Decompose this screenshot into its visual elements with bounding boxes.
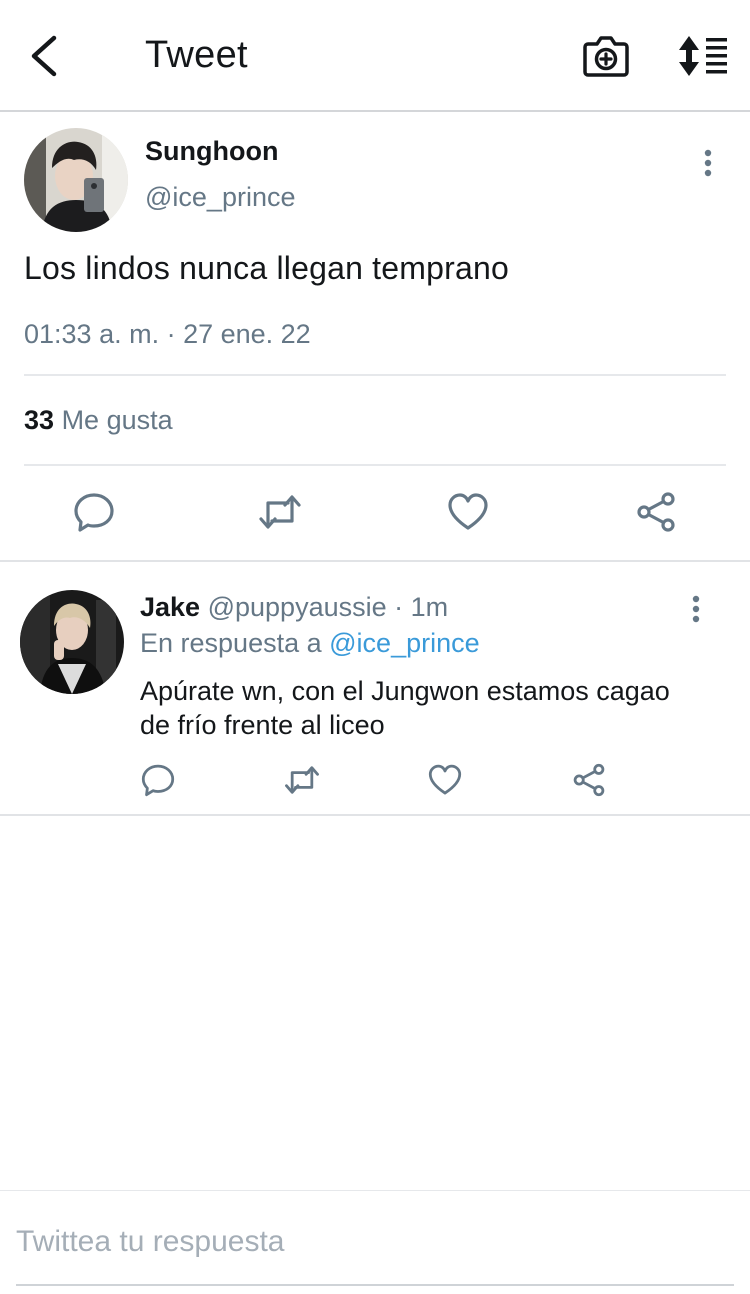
more-options-button[interactable] xyxy=(698,148,718,178)
retweet-icon xyxy=(259,495,301,529)
camera-button[interactable] xyxy=(582,34,630,78)
tweet-text: Los lindos nunca llegan temprano xyxy=(24,250,509,286)
reply-time: 1m xyxy=(410,592,449,622)
more-vertical-icon xyxy=(704,149,712,177)
compose-divider xyxy=(0,1190,750,1191)
reply-more-options-button[interactable] xyxy=(686,594,706,624)
avatar[interactable] xyxy=(24,128,128,232)
chevron-left-icon xyxy=(31,35,57,77)
sort-button[interactable] xyxy=(676,34,730,78)
reply-compose-input[interactable] xyxy=(16,1218,734,1266)
like-count-number: 33 xyxy=(24,405,55,435)
reply-author-handle[interactable]: @puppyaussie xyxy=(208,592,387,622)
top-bar: Tweet xyxy=(0,0,750,112)
reply-share-button[interactable] xyxy=(571,762,607,798)
in-reply-to-mention[interactable]: @ice_prince xyxy=(329,628,479,658)
like-count-label: Me gusta xyxy=(61,405,173,435)
reply-reply-button[interactable] xyxy=(140,762,176,798)
reply-like-button[interactable] xyxy=(427,762,463,798)
more-vertical-icon xyxy=(692,595,700,623)
reply-header: Jake @puppyaussie · 1m xyxy=(140,592,448,623)
like-icon xyxy=(428,764,462,795)
reply-author-name[interactable]: Jake xyxy=(140,592,200,622)
divider xyxy=(24,464,726,466)
like-button[interactable] xyxy=(446,490,490,534)
camera-plus-icon xyxy=(583,36,629,77)
reply-avatar[interactable] xyxy=(20,590,124,694)
divider xyxy=(24,374,726,376)
compose-underline xyxy=(16,1284,734,1286)
share-button[interactable] xyxy=(634,490,678,534)
in-reply-to-label: En respuesta a xyxy=(140,628,322,658)
author-handle[interactable]: @ice_prince xyxy=(145,182,295,213)
like-icon xyxy=(448,493,488,530)
reply-icon xyxy=(141,764,175,797)
back-button[interactable] xyxy=(26,32,66,80)
like-count[interactable]: 33 Me gusta xyxy=(24,405,173,436)
reply-icon xyxy=(74,493,114,532)
retweet-icon xyxy=(285,766,319,794)
tweet-timestamp: 01:33 a. m. · 27 ene. 22 xyxy=(24,319,311,349)
separator-dot: · xyxy=(394,592,404,622)
reply-retweet-button[interactable] xyxy=(284,762,320,798)
share-icon xyxy=(573,763,605,797)
avatar-photo xyxy=(24,128,128,232)
reply-tweet[interactable]: Jake @puppyaussie · 1m En respuesta a @i… xyxy=(0,562,750,816)
reply-text: Apúrate wn, con el Jungwon estamos cagao… xyxy=(140,676,670,740)
main-tweet: Sunghoon @ice_prince Los lindos nunca ll… xyxy=(0,112,750,562)
reply-button[interactable] xyxy=(72,490,116,534)
avatar-photo xyxy=(20,590,124,694)
page-title: Tweet xyxy=(145,34,248,76)
share-icon xyxy=(637,492,675,532)
sort-list-icon xyxy=(679,36,727,76)
author-name[interactable]: Sunghoon xyxy=(145,136,278,167)
retweet-button[interactable] xyxy=(258,490,302,534)
in-reply-to: En respuesta a @ice_prince xyxy=(140,628,480,659)
